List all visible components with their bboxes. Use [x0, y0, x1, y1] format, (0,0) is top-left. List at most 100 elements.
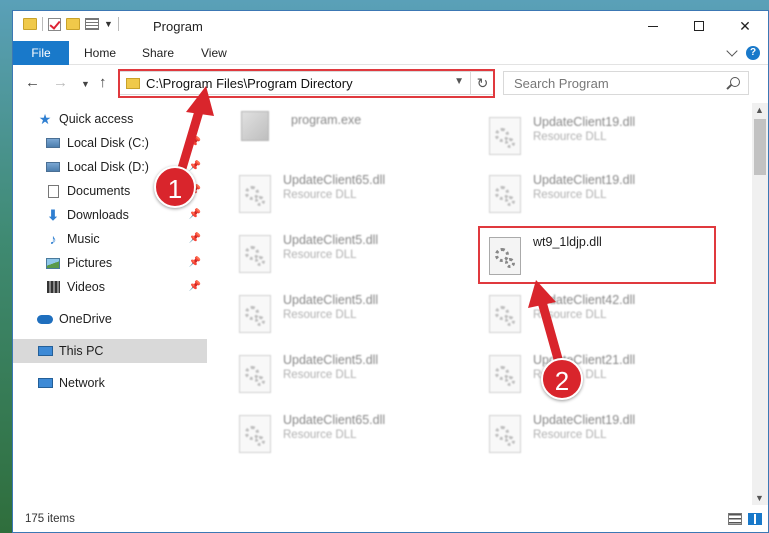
list-item[interactable]: UpdateClient65.dll Resource DLL [231, 165, 461, 219]
sidebar-item-onedrive[interactable]: OneDrive [13, 307, 207, 331]
file-type: Resource DLL [533, 131, 607, 143]
tab-share[interactable]: Share [128, 41, 188, 65]
window-title: Program [153, 19, 203, 34]
quick-access-toolbar: ▼ [23, 17, 119, 31]
list-item[interactable]: UpdateClient42.dll Resource DLL [481, 285, 711, 339]
toolbar-divider [42, 17, 43, 31]
recent-locations-chevron-icon[interactable]: ▼ [81, 79, 90, 89]
file-type: Resource DLL [533, 429, 607, 441]
list-item[interactable]: UpdateClient5.dll Resource DLL [231, 345, 461, 399]
up-arrow-icon[interactable]: ↑ [99, 74, 107, 91]
file-name: UpdateClient65.dll [283, 413, 386, 427]
list-item[interactable]: UpdateClient5.dll Resource DLL [231, 285, 461, 339]
tab-home[interactable]: Home [70, 41, 130, 65]
file-name: UpdateClient5.dll [283, 293, 379, 307]
maximize-button[interactable] [676, 11, 722, 41]
ribbon-tabs: File Home Share View ? [13, 41, 768, 65]
details-view-icon[interactable] [728, 513, 742, 525]
toolbar-divider [117, 17, 119, 31]
file-list: program.exe UpdateClient65.dll Resource … [209, 103, 745, 507]
list-item[interactable]: UpdateClient19.dll Resource DLL [481, 107, 711, 161]
computer-icon [37, 346, 53, 356]
minimize-button[interactable] [630, 11, 676, 41]
properties-check-icon[interactable] [48, 17, 61, 31]
disk-icon [46, 138, 60, 148]
list-item[interactable]: program.exe [231, 107, 461, 161]
dll-file-icon [239, 415, 271, 453]
status-bar: 175 items [13, 508, 768, 532]
pin-icon[interactable]: 📌 [189, 233, 201, 244]
sidebar-item-pictures[interactable]: Pictures 📌 [13, 251, 207, 275]
dll-file-icon [239, 295, 271, 333]
list-item[interactable]: UpdateClient5.dll Resource DLL [231, 225, 461, 279]
ribbon-controls: ? [726, 45, 760, 60]
search-icon[interactable] [730, 77, 740, 87]
sidebar-item-videos[interactable]: Videos 📌 [13, 275, 207, 299]
pin-icon[interactable]: 📌 [189, 257, 201, 268]
list-item[interactable]: UpdateClient19.dll Resource DLL [481, 165, 711, 219]
item-count: 175 items [25, 513, 75, 525]
dll-file-icon [239, 175, 271, 213]
help-icon[interactable]: ? [746, 46, 760, 60]
pin-icon[interactable]: 📌 [189, 281, 201, 292]
dll-file-icon [489, 355, 521, 393]
step-1-badge: 1 [154, 166, 196, 208]
list-item[interactable]: UpdateClient21.dll Resource DLL [481, 345, 711, 399]
file-type: Resource DLL [283, 309, 357, 321]
back-arrow-icon[interactable]: ← [25, 74, 40, 91]
pictures-icon [46, 257, 60, 269]
file-type: Resource DLL [283, 369, 357, 381]
list-item[interactable]: UpdateClient19.dll Resource DLL [481, 405, 711, 459]
sidebar-item-quick-access[interactable]: ★ Quick access [13, 107, 207, 131]
sidebar-item-label: This PC [59, 344, 104, 358]
file-name: UpdateClient19.dll [533, 115, 636, 129]
file-name: UpdateClient42.dll [533, 293, 636, 307]
scrollbar-thumb[interactable] [754, 119, 766, 175]
network-icon [37, 378, 53, 388]
search-placeholder: Search Program [514, 76, 609, 91]
pin-icon[interactable]: 📌 [189, 161, 201, 172]
videos-icon [46, 281, 60, 293]
step-2-badge: 2 [541, 358, 583, 400]
close-icon: ✕ [739, 17, 751, 34]
dll-file-icon [489, 295, 521, 333]
sidebar-item-local-disk-c[interactable]: Local Disk (C:) 📌 [13, 131, 207, 155]
new-folder-icon[interactable] [66, 18, 80, 30]
sidebar-item-label: Local Disk (D:) [67, 160, 149, 174]
scroll-down-icon[interactable]: ▼ [755, 493, 764, 503]
sidebar-item-this-pc[interactable]: This PC [13, 339, 207, 363]
sidebar-item-music[interactable]: ♪ Music 📌 [13, 227, 207, 251]
scroll-up-icon[interactable]: ▲ [755, 105, 764, 115]
address-bar-highlight [118, 69, 495, 98]
sidebar-item-label: Music [67, 232, 100, 246]
file-type: Resource DLL [283, 249, 357, 261]
sidebar-item-label: Network [59, 376, 105, 390]
sidebar-item-label: OneDrive [59, 312, 112, 326]
file-type: Resource DLL [533, 189, 607, 201]
close-button[interactable]: ✕ [722, 11, 768, 41]
file-type: Resource DLL [283, 429, 357, 441]
cloud-icon [37, 314, 53, 324]
file-name: UpdateClient5.dll [283, 353, 379, 367]
file-type: Resource DLL [533, 309, 607, 321]
pin-icon[interactable]: 📌 [189, 209, 201, 220]
customize-toolbar-chevron-icon[interactable]: ▼ [104, 19, 113, 29]
pin-icon[interactable]: 📌 [189, 137, 201, 148]
star-icon: ★ [38, 110, 52, 127]
properties-icon[interactable] [85, 18, 99, 30]
tab-view[interactable]: View [187, 41, 241, 65]
list-item[interactable]: UpdateClient65.dll Resource DLL [231, 405, 461, 459]
dll-file-icon [239, 235, 271, 273]
file-type: Resource DLL [283, 189, 357, 201]
application-icon [241, 111, 269, 141]
expand-ribbon-chevron-icon[interactable] [726, 45, 738, 57]
sidebar-item-network[interactable]: Network [13, 371, 207, 395]
forward-arrow-icon[interactable]: → [53, 74, 68, 91]
tab-file[interactable]: File [13, 41, 69, 65]
large-icons-view-icon[interactable] [748, 513, 762, 525]
vertical-scrollbar[interactable]: ▲ ▼ [752, 103, 768, 505]
search-input[interactable]: Search Program [503, 71, 749, 95]
file-name: UpdateClient19.dll [533, 413, 636, 427]
folder-icon[interactable] [23, 18, 37, 30]
title-bar: ▼ Program ✕ [13, 11, 768, 41]
